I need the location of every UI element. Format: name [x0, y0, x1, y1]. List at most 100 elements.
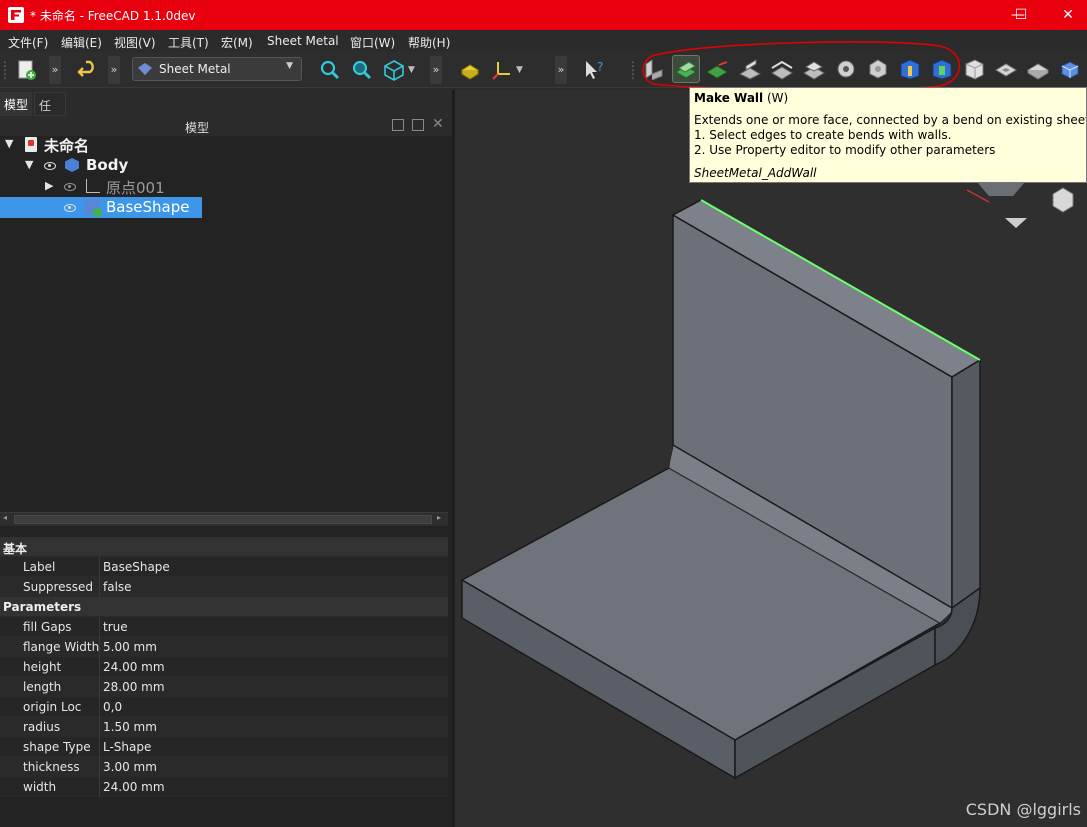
toolbar-overflow-button[interactable]: »: [108, 56, 120, 84]
property-key: flange Width: [23, 640, 100, 654]
menu-file[interactable]: 文件(F): [8, 34, 48, 51]
base-shape-icon[interactable]: [1026, 58, 1050, 80]
property-row[interactable]: flange Width 5.00 mm: [0, 637, 448, 657]
property-value[interactable]: 24.00 mm: [103, 660, 165, 674]
group-label: 基本: [3, 542, 28, 556]
panel-header: 模型 ✕: [0, 116, 452, 136]
chevron-down-icon[interactable]: ▼: [408, 58, 422, 82]
horizontal-scrollbar[interactable]: ◂ ▸: [0, 512, 448, 526]
maximize-button[interactable]: ☐: [998, 0, 1044, 30]
expand-arrow-icon[interactable]: ▼: [25, 158, 33, 171]
navigation-cube[interactable]: [965, 182, 1085, 232]
origin-label: 原点001: [106, 179, 165, 197]
menu-macro[interactable]: 宏(M): [221, 34, 253, 51]
part-icon[interactable]: [458, 58, 482, 82]
baseshape-label: BaseShape: [106, 198, 190, 216]
tree-item-document[interactable]: ▼ 未命名: [0, 134, 452, 155]
panel-tabs: 模型 任务: [0, 90, 452, 130]
combo-view-panel: 模型 任务 模型 ✕ ▼ 未命名 ▼ Body ▶ 原点001 BaseShap…: [0, 90, 452, 827]
tree-item-baseshape[interactable]: BaseShape: [0, 197, 452, 218]
property-value[interactable]: 0,0: [103, 700, 122, 714]
visibility-eye-icon[interactable]: [64, 204, 76, 212]
property-value[interactable]: 5.00 mm: [103, 640, 157, 654]
property-value[interactable]: 3.00 mm: [103, 760, 157, 774]
property-value[interactable]: 28.00 mm: [103, 680, 165, 694]
hidden-eye-icon[interactable]: [64, 183, 76, 191]
group-label: Parameters: [3, 600, 82, 614]
tab-tasks[interactable]: 任务: [34, 92, 66, 130]
menu-edit[interactable]: 编辑(E): [61, 34, 102, 51]
scroll-left-icon[interactable]: ◂: [3, 513, 7, 522]
property-value[interactable]: BaseShape: [103, 560, 170, 574]
menu-sheet-metal[interactable]: Sheet Metal: [267, 34, 339, 48]
property-value[interactable]: true: [103, 620, 128, 634]
workbench-selector[interactable]: Sheet Metal ▼: [132, 57, 302, 81]
origin-axis-icon: [86, 179, 100, 193]
property-group-basic[interactable]: 基本: [0, 537, 448, 557]
watermark: CSDN @lggirls: [965, 800, 1081, 819]
tooltip-description: Extends one or more face, connected by a…: [694, 113, 1087, 127]
property-value[interactable]: L-Shape: [103, 740, 151, 754]
new-document-icon[interactable]: [14, 58, 38, 82]
property-value[interactable]: 1.50 mm: [103, 720, 157, 734]
axis-icon[interactable]: [490, 58, 514, 82]
tooltip-step-1: 1. Select edges to create bends with wal…: [694, 128, 952, 142]
property-key: origin Loc: [23, 700, 82, 714]
annotation-ellipse: [642, 41, 961, 91]
property-key: radius: [23, 720, 61, 734]
fit-all-icon[interactable]: [318, 58, 342, 82]
toolbar-overflow-button[interactable]: »: [555, 56, 567, 84]
toolbar-grip[interactable]: [4, 60, 9, 80]
float-panel-icon[interactable]: [392, 119, 404, 131]
property-value[interactable]: false: [103, 580, 132, 594]
tooltip-title-row: Make Wall (W): [694, 91, 788, 105]
property-row[interactable]: Suppressed false: [0, 577, 448, 597]
toolbar-grip[interactable]: [632, 60, 637, 80]
property-row[interactable]: fill Gaps true: [0, 617, 448, 637]
restore-panel-icon[interactable]: [412, 119, 424, 131]
chevron-down-icon[interactable]: ▼: [516, 58, 530, 82]
visibility-eye-icon[interactable]: [44, 162, 56, 170]
property-row[interactable]: height 24.00 mm: [0, 657, 448, 677]
body-icon: [65, 158, 79, 172]
scrollbar-thumb[interactable]: [14, 515, 432, 524]
forming-icon[interactable]: [994, 58, 1018, 80]
property-row[interactable]: shape Type L-Shape: [0, 737, 448, 757]
toolbar-overflow-button[interactable]: »: [430, 56, 442, 84]
document-icon: [25, 137, 37, 152]
tooltip-shortcut: (W): [766, 91, 789, 105]
tree-item-origin[interactable]: ▶ 原点001: [0, 176, 452, 197]
property-row[interactable]: origin Loc 0,0: [0, 697, 448, 717]
expand-arrow-icon[interactable]: ▼: [5, 137, 13, 150]
property-row[interactable]: radius 1.50 mm: [0, 717, 448, 737]
3d-viewport[interactable]: [455, 90, 1087, 827]
menu-view[interactable]: 视图(V): [114, 34, 156, 51]
sheet-metal-icon: [138, 63, 152, 75]
view-cube-icon[interactable]: [382, 58, 406, 82]
property-row[interactable]: length 28.00 mm: [0, 677, 448, 697]
fit-selection-icon[interactable]: [350, 58, 374, 82]
property-value[interactable]: 24.00 mm: [103, 780, 165, 794]
close-panel-icon[interactable]: ✕: [432, 116, 444, 132]
tree-item-body[interactable]: ▼ Body: [0, 155, 452, 176]
undo-icon[interactable]: [76, 58, 100, 82]
property-key: height: [23, 660, 62, 674]
close-button[interactable]: ✕: [1045, 0, 1087, 30]
whats-this-icon[interactable]: ?: [582, 58, 606, 82]
document-label: 未命名: [44, 137, 90, 155]
property-row[interactable]: Label BaseShape: [0, 557, 448, 577]
property-key: width: [23, 780, 57, 794]
property-group-parameters[interactable]: Parameters: [0, 597, 448, 617]
menu-tools[interactable]: 工具(T): [168, 34, 209, 51]
tooltip-title: Make Wall: [694, 91, 764, 105]
tab-model[interactable]: 模型: [0, 92, 32, 116]
sheet-metal-tools-icon[interactable]: [1058, 58, 1082, 80]
expand-arrow-icon[interactable]: ▶: [45, 179, 53, 192]
property-row[interactable]: width 24.00 mm: [0, 777, 448, 797]
property-row[interactable]: thickness 3.00 mm: [0, 757, 448, 777]
scroll-right-icon[interactable]: ▸: [437, 513, 441, 522]
property-key: Label: [23, 560, 56, 574]
menu-help[interactable]: 帮助(H): [408, 34, 450, 51]
toolbar-overflow-button[interactable]: »: [49, 56, 61, 84]
menu-window[interactable]: 窗口(W): [350, 34, 395, 51]
